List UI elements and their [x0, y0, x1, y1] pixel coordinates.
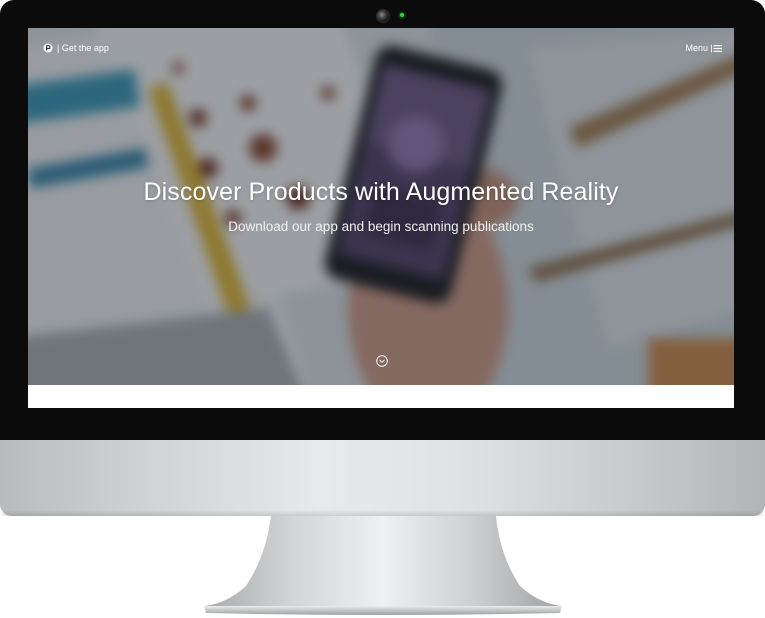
get-the-app-link[interactable]: | Get the app: [43, 43, 109, 53]
webcam-led-indicator: [400, 13, 404, 17]
webcam-icon: [376, 9, 390, 23]
hero-section: | Get the app Menu Discover Products wit…: [28, 28, 734, 385]
hero-subtitle: Download our app and begin scanning publ…: [228, 219, 534, 234]
monitor-chin: [0, 440, 765, 516]
monitor-stand: [204, 516, 562, 615]
menu-button[interactable]: Menu: [685, 43, 722, 53]
chevron-down-circle-icon[interactable]: [376, 355, 388, 367]
hamburger-menu-icon: [711, 44, 722, 52]
monitor-bezel: | Get the app Menu Discover Products wit…: [0, 0, 765, 440]
page-content-strip: [28, 385, 734, 408]
imac-mockup: | Get the app Menu Discover Products wit…: [0, 0, 765, 618]
monitor-screen: | Get the app Menu Discover Products wit…: [28, 28, 734, 408]
menu-label: Menu: [685, 43, 708, 53]
hero-title: Discover Products with Augmented Reality: [143, 178, 619, 206]
get-the-app-label: | Get the app: [57, 43, 109, 53]
brand-logo-icon: [43, 43, 53, 53]
